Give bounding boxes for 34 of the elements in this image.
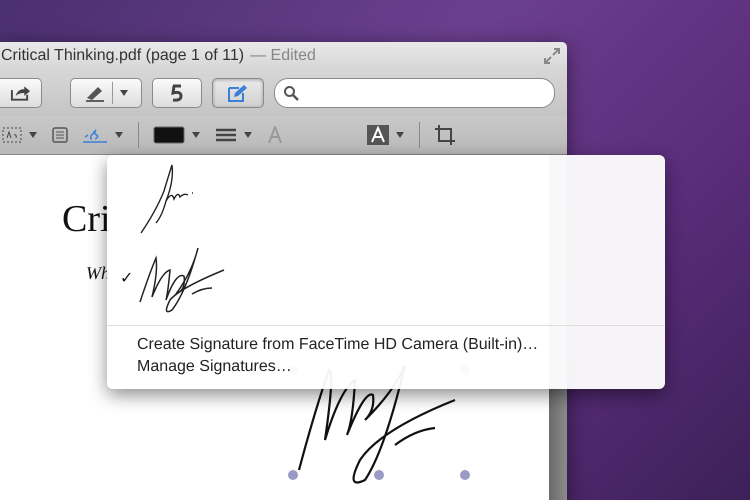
share-icon	[10, 84, 31, 102]
document-subtitle: Wh	[86, 263, 110, 284]
rotate-button[interactable]	[152, 78, 202, 108]
signature-icon	[82, 127, 108, 143]
share-button[interactable]	[0, 78, 42, 108]
menu-item[interactable]: Manage Signatures…	[107, 356, 665, 378]
markup-icon	[227, 83, 249, 103]
caret-icon	[28, 131, 38, 139]
color-swatch-icon	[153, 126, 185, 144]
fullscreen-icon[interactable]	[543, 47, 561, 65]
pen-icon	[84, 84, 106, 102]
checkmark: ✓	[120, 270, 133, 287]
crop-tool[interactable]	[434, 122, 456, 148]
font-icon	[267, 126, 283, 144]
border-tool[interactable]	[367, 122, 405, 148]
search-icon	[283, 85, 299, 101]
text-border-icon	[367, 125, 389, 145]
caret-icon	[118, 89, 128, 97]
menu-item[interactable]: Create Signature from FaceTime HD Camera (Built-in)…	[107, 334, 665, 356]
annotate-button[interactable]	[70, 78, 142, 108]
caret-icon	[191, 131, 201, 139]
caret-icon	[114, 131, 124, 139]
window-title: Critical Thinking.pdf (page 1 of 11)	[1, 47, 244, 65]
search-field[interactable]	[274, 78, 555, 108]
caret-icon	[243, 131, 253, 139]
markup-button[interactable]	[212, 78, 264, 108]
crop-icon	[434, 124, 456, 146]
line-style-icon	[215, 128, 237, 142]
document-heading: Cri	[62, 197, 111, 241]
note-icon	[52, 127, 68, 143]
edited-status: — Edited	[250, 47, 316, 65]
caret-icon	[395, 131, 405, 139]
text-box-icon	[2, 127, 22, 143]
signature-item[interactable]: ✓	[107, 239, 665, 317]
